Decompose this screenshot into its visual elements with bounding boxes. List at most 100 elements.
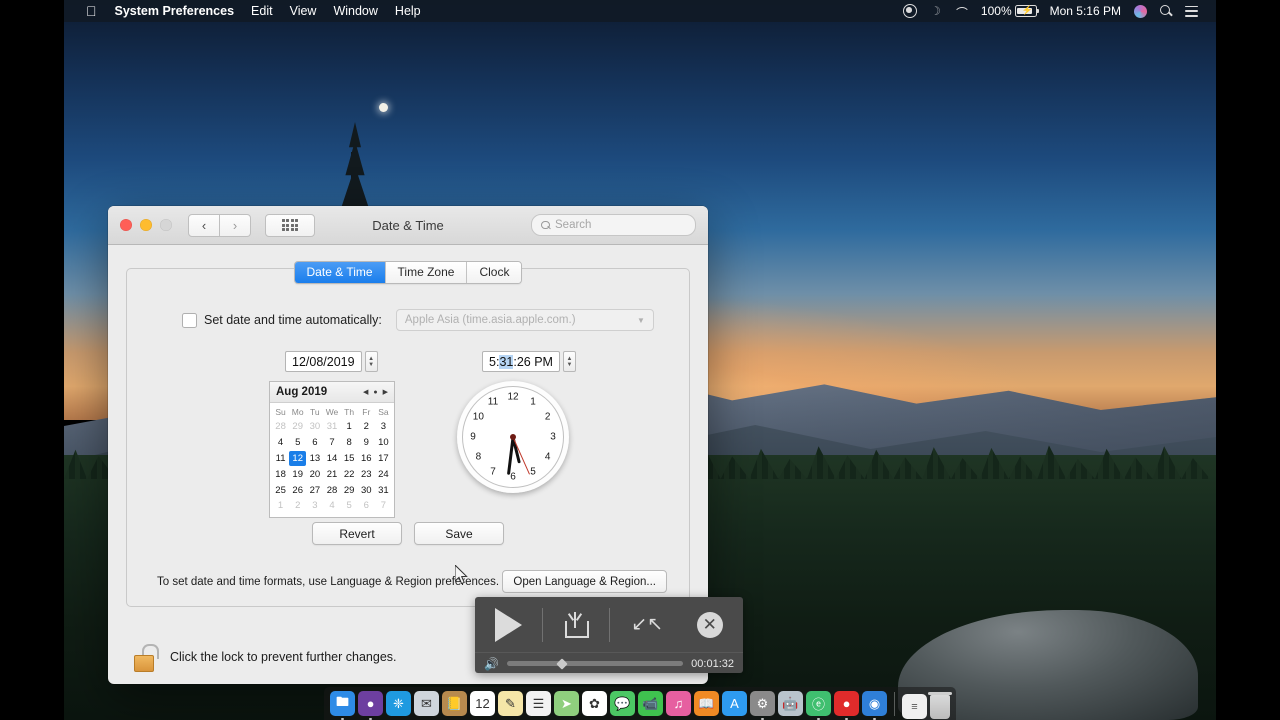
menu-item-view[interactable]: View [290,4,317,18]
video-scrubber[interactable] [506,657,684,670]
calendar-day[interactable]: 24 [375,466,392,482]
calendar-day[interactable]: 31 [323,419,340,435]
dock-item-maps[interactable]: ➤ [554,691,579,716]
record-icon[interactable] [903,4,918,18]
dock-item-red-app[interactable]: ● [834,691,859,716]
menu-item-system-preferences[interactable]: System Preferences [115,4,235,18]
dock-item-mail[interactable]: ✉ [414,691,439,716]
notification-center-icon[interactable] [1185,5,1198,17]
time-server-dropdown[interactable]: Apple Asia (time.asia.apple.com.) ▼ [395,309,654,331]
date-stepper[interactable]: ▲ ▼ [364,351,378,372]
zoom-window-button[interactable] [160,219,172,231]
window-title-bar[interactable]: ‹ › Date & Time Search [108,206,708,245]
search-input[interactable]: Search [531,214,696,236]
volume-icon[interactable]: 🔊 [484,657,499,671]
calendar-day[interactable]: 17 [375,451,392,467]
dot-icon[interactable]: ● [373,389,377,396]
calendar-day[interactable]: 3 [306,498,323,514]
tab-date-time[interactable]: Date & Time [294,262,385,283]
battery-status[interactable]: 100% ⚡ [981,4,1040,18]
dock-item-facetime[interactable]: 📹 [638,691,663,716]
dock-item-ibooks[interactable]: 📖 [694,691,719,716]
calendar-day[interactable]: 4 [323,498,340,514]
play-button[interactable] [475,607,542,642]
calendar-day[interactable]: 3 [375,419,392,435]
dock-item-notes[interactable]: ✎ [498,691,523,716]
time-input-group[interactable]: 5: 31:26 PM ▲ ▼ [482,351,576,372]
calendar-day[interactable]: 20 [306,466,323,482]
dock-item-safari[interactable]: ❈ [386,691,411,716]
tab-time-zone[interactable]: Time Zone [384,262,467,283]
dock-item-trash[interactable] [928,692,952,719]
back-button[interactable]: ‹ [188,213,220,237]
apple-logo-icon[interactable]:  [86,4,97,18]
wifi-icon[interactable] [954,6,968,16]
close-overlay-button[interactable]: ✕ [677,611,744,638]
show-all-button[interactable] [265,213,315,237]
dock-item-reminders[interactable]: ☰ [526,691,551,716]
date-input[interactable]: 12/08/2019 [285,351,362,372]
calendar-day[interactable]: 9 [358,435,375,451]
calendar-day[interactable]: 15 [341,451,358,467]
collapse-button[interactable]: ↙↖ [610,613,677,637]
spotlight-search-icon[interactable] [1160,5,1172,17]
calendar-day[interactable]: 6 [358,498,375,514]
dock-item-itunes[interactable]: ♫ [666,691,691,716]
calendar-day[interactable]: 23 [358,466,375,482]
calendar-day[interactable]: 8 [341,435,358,451]
share-button[interactable] [543,611,610,638]
triangle-left-icon[interactable]: ◀ [363,388,368,396]
video-progress-bar[interactable]: 🔊 00:01:32 [475,652,743,673]
calendar-day[interactable]: 7 [375,498,392,514]
dock-item-system-preferences[interactable]: ⚙ [750,691,775,716]
dock-item-siri[interactable]: ● [358,691,383,716]
calendar-day[interactable]: 13 [306,451,323,467]
time-minutes-selected[interactable]: 31 [499,354,514,369]
calendar-day[interactable]: 30 [358,482,375,498]
dock-item-photos[interactable]: ✿ [582,691,607,716]
calendar-day[interactable]: 5 [341,498,358,514]
calendar-day[interactable]: 25 [272,482,289,498]
menu-item-window[interactable]: Window [333,4,377,18]
dock-item-app-store[interactable]: A [722,691,747,716]
calendar-day[interactable]: 1 [341,419,358,435]
calendar-day[interactable]: 5 [289,435,306,451]
calendar-day-selected[interactable]: 12 [289,450,307,467]
calendar-day[interactable]: 14 [323,451,340,467]
calendar-day[interactable]: 28 [272,419,289,435]
calendar-day[interactable]: 31 [375,482,392,498]
tab-clock[interactable]: Clock [466,262,522,283]
dock-item-calendar[interactable]: 12 [470,691,495,716]
time-input[interactable]: 5: 31:26 PM [482,351,560,372]
calendar-day[interactable]: 10 [375,435,392,451]
forward-button[interactable]: › [220,213,251,237]
calendar-day[interactable]: 2 [358,419,375,435]
date-input-group[interactable]: 12/08/2019 ▲ ▼ [285,351,378,372]
calendar-day[interactable]: 28 [323,482,340,498]
unlocked-padlock-icon[interactable] [134,644,159,672]
open-language-region-button[interactable]: Open Language & Region... [502,570,667,593]
calendar-day[interactable]: 4 [272,435,289,451]
calendar-day[interactable]: 29 [341,482,358,498]
siri-icon[interactable] [1134,4,1147,18]
set-automatically-checkbox[interactable] [182,312,197,328]
menu-item-help[interactable]: Help [395,4,421,18]
calendar-day[interactable]: 19 [289,466,306,482]
save-button[interactable]: Save [414,522,504,545]
calendar-day[interactable]: 6 [306,435,323,451]
scrubber-handle[interactable] [556,657,568,670]
dock-item-document-stack[interactable]: ≡ [902,694,927,719]
calendar-day[interactable]: 11 [272,451,289,467]
calendar-day[interactable]: 16 [358,451,375,467]
calendar-day[interactable]: 26 [289,482,306,498]
revert-button[interactable]: Revert [312,522,402,545]
dock[interactable]: 🖿 ● ❈ ✉ 📒 12 ✎ ☰ ➤ ✿ 💬 📹 ♫ 📖 A ⚙ 🤖 ⓔ ● ◉ ≡ [324,687,956,720]
calendar-widget[interactable]: Aug 2019 ◀ ● ▶ Su Mo Tu We Th Fr Sa 28 2… [269,381,395,518]
calendar-day[interactable]: 18 [272,466,289,482]
calendar-day[interactable]: 2 [289,498,306,514]
calendar-day-grid[interactable]: 28 29 30 31 1 2 3 4 5 6 7 8 9 10 11 12 13 14 15 16 17 18 19 20 2… [270,419,394,517]
dock-item-finder[interactable]: 🖿 [330,691,355,716]
calendar-day[interactable]: 30 [306,419,323,435]
dock-item-automator[interactable]: 🤖 [778,691,803,716]
calendar-day[interactable]: 21 [323,466,340,482]
